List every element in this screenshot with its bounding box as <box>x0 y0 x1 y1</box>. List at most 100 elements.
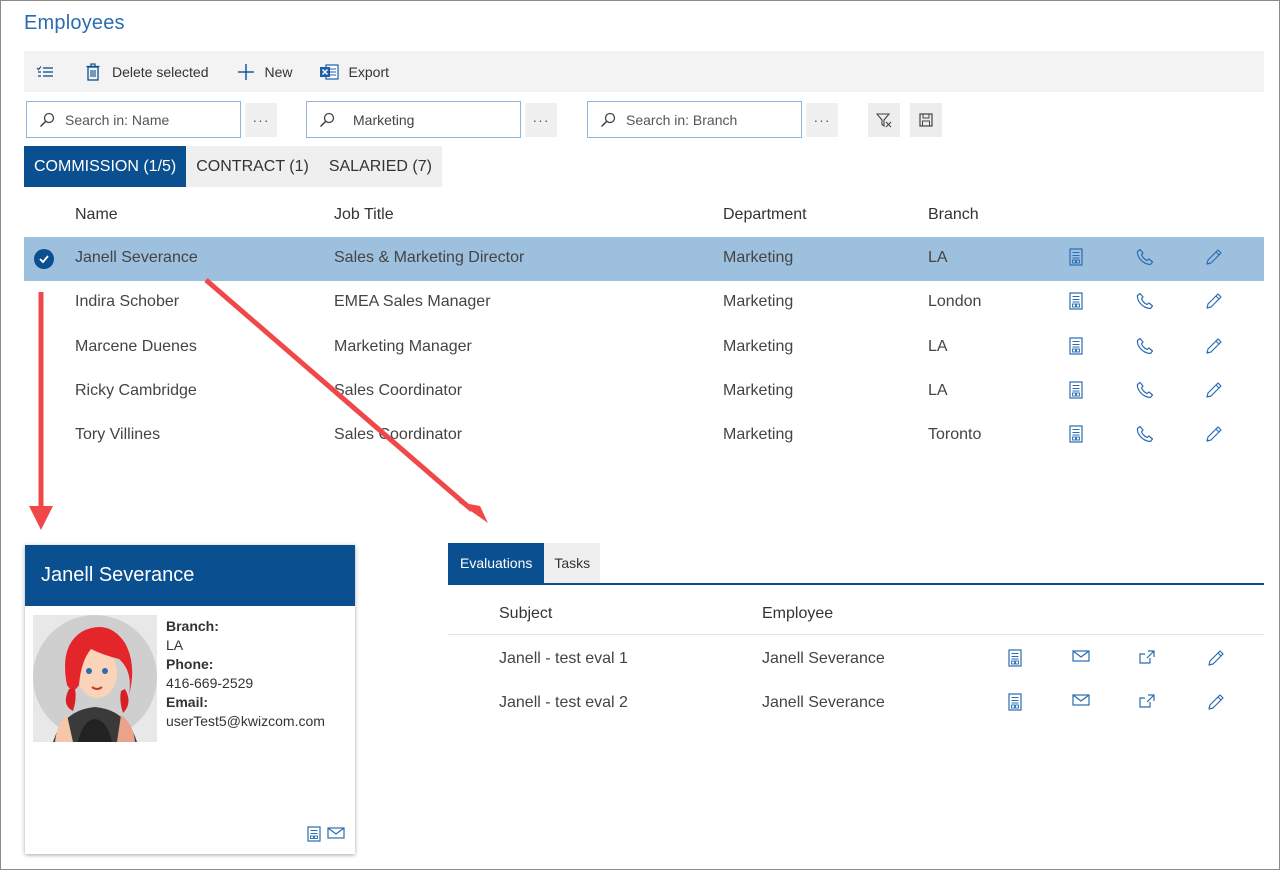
mail-icon[interactable] <box>327 826 345 840</box>
table-row[interactable]: Marcene Duenes Marketing Manager Marketing… <box>24 326 1264 370</box>
search-department-input[interactable] <box>353 111 503 128</box>
cell-subject[interactable]: Janell - test eval 1 <box>499 650 628 668</box>
clear-filter-button[interactable] <box>868 103 900 137</box>
cell-department: Marketing <box>723 249 794 266</box>
excel-icon <box>319 63 339 80</box>
edit-icon[interactable] <box>1207 693 1225 716</box>
tab-salaried[interactable]: SALARIED (7) <box>318 146 442 187</box>
new-button[interactable]: New <box>237 63 293 81</box>
form-icon[interactable] <box>1008 693 1022 716</box>
tab-tasks[interactable]: Tasks <box>544 543 601 583</box>
cell-name[interactable]: Indira Schober <box>75 293 179 311</box>
cell-subject[interactable]: Janell - test eval 2 <box>499 694 628 712</box>
page-title: Employees <box>24 12 125 34</box>
form-icon[interactable] <box>1069 292 1083 315</box>
row-selected-check-icon[interactable] <box>34 249 54 269</box>
phone-icon[interactable] <box>1136 381 1154 404</box>
edit-icon[interactable] <box>1205 425 1223 448</box>
form-icon[interactable] <box>1069 381 1083 404</box>
detail-table-row[interactable]: Janell - test eval 1 Janell Severance <box>448 637 1264 681</box>
list-view-icon <box>36 65 53 77</box>
export-label: Export <box>348 63 389 80</box>
department-filter-more-button[interactable]: ··· <box>525 103 557 137</box>
tab-commission[interactable]: COMMISSION (1/5) <box>24 146 187 187</box>
cell-name[interactable]: Janell Severance <box>75 249 198 267</box>
edit-icon[interactable] <box>1205 337 1223 360</box>
cell-branch: LA <box>928 249 948 266</box>
view-options-button[interactable] <box>36 65 54 79</box>
phone-icon[interactable] <box>1136 248 1154 271</box>
cell-department: Marketing <box>723 337 794 355</box>
column-header-department[interactable]: Department <box>723 206 807 224</box>
form-icon[interactable] <box>1069 248 1083 271</box>
phone-label: Phone: <box>166 656 214 672</box>
clear-filter-icon <box>876 113 892 128</box>
detail-tabs-underline <box>448 583 1264 585</box>
cell-branch: LA <box>928 381 948 399</box>
cell-department: Marketing <box>723 426 794 444</box>
name-filter-more-button[interactable]: ··· <box>245 103 277 137</box>
cell-job-title: Sales Coordinator <box>334 381 463 399</box>
cell-job-title: Marketing Manager <box>334 337 472 355</box>
phone-value: 416-669-2529 <box>166 675 254 691</box>
table-row[interactable]: Janell Severance Sales & Marketing Direct… <box>24 237 1264 281</box>
branch-label: Branch: <box>166 618 219 634</box>
column-header-subject[interactable]: Subject <box>499 605 552 623</box>
search-icon <box>39 112 55 127</box>
phone-icon[interactable] <box>1136 425 1154 448</box>
search-name-input[interactable] <box>65 111 215 128</box>
edit-icon[interactable] <box>1205 292 1223 315</box>
cell-branch: LA <box>928 337 948 355</box>
edit-icon[interactable] <box>1207 649 1225 672</box>
form-icon[interactable] <box>1069 336 1083 360</box>
phone-icon[interactable] <box>1136 337 1154 360</box>
trash-icon <box>86 62 100 81</box>
table-row[interactable]: Tory Villines Sales Coordinator Marketing T… <box>24 414 1264 458</box>
search-icon <box>600 112 616 127</box>
column-header-job-title[interactable]: Job Title <box>334 206 394 224</box>
mail-icon[interactable] <box>1072 693 1090 712</box>
toolbar: Delete selected New Export <box>24 51 1264 92</box>
tab-contract[interactable]: CONTRACT (1) <box>186 146 319 187</box>
search-name-box <box>26 101 241 138</box>
cell-job-title: EMEA Sales Manager <box>334 293 491 311</box>
cell-name[interactable]: Ricky Cambridge <box>75 382 197 400</box>
edit-icon[interactable] <box>1205 381 1223 404</box>
card-details: Branch: LA Phone: 416-669-2529 Email: us… <box>166 617 325 731</box>
cell-department: Marketing <box>723 381 794 399</box>
mail-icon[interactable] <box>1072 649 1090 668</box>
card-actions <box>307 826 345 842</box>
save-icon <box>919 113 933 127</box>
cell-job-title: Sales & Marketing Director <box>334 249 525 266</box>
column-header-branch[interactable]: Branch <box>928 206 979 224</box>
save-view-button[interactable] <box>910 103 942 137</box>
table-row[interactable]: Indira Schober EMEA Sales Manager Marketin… <box>24 281 1264 325</box>
tab-evaluations[interactable]: Evaluations <box>448 543 545 583</box>
cell-name[interactable]: Marcene Duenes <box>75 338 197 356</box>
form-icon[interactable] <box>1008 649 1022 672</box>
form-icon[interactable] <box>1069 425 1083 448</box>
detail-tabs: Evaluations Tasks <box>448 543 601 583</box>
branch-filter-more-button[interactable]: ··· <box>806 103 838 137</box>
column-header-employee[interactable]: Employee <box>762 605 833 623</box>
detail-table-row[interactable]: Janell - test eval 2 Janell Severance <box>448 681 1264 725</box>
card-title: Janell Severance <box>25 545 355 606</box>
export-button[interactable]: Export <box>319 63 389 81</box>
column-header-name[interactable]: Name <box>75 206 118 224</box>
form-icon[interactable] <box>307 826 321 842</box>
open-external-icon[interactable] <box>1138 693 1156 714</box>
phone-icon[interactable] <box>1136 292 1154 315</box>
search-branch-input[interactable] <box>626 111 776 128</box>
delete-selected-button[interactable]: Delete selected <box>86 62 209 81</box>
edit-icon[interactable] <box>1205 248 1223 271</box>
plus-icon <box>237 63 254 80</box>
open-external-icon[interactable] <box>1138 649 1156 670</box>
email-value: userTest5@kwizcom.com <box>166 713 325 729</box>
table-row[interactable]: Ricky Cambridge Sales Coordinator Marketin… <box>24 370 1264 414</box>
contact-card: Janell Severance Branch: LA Phone: 416-6… <box>25 545 355 854</box>
cell-branch: Toronto <box>928 426 982 444</box>
search-branch-box <box>587 101 802 138</box>
view-tabs: COMMISSION (1/5) CONTRACT (1) SALARIED (… <box>24 146 442 187</box>
cell-branch: London <box>928 293 982 311</box>
cell-name[interactable]: Tory Villines <box>75 426 160 444</box>
